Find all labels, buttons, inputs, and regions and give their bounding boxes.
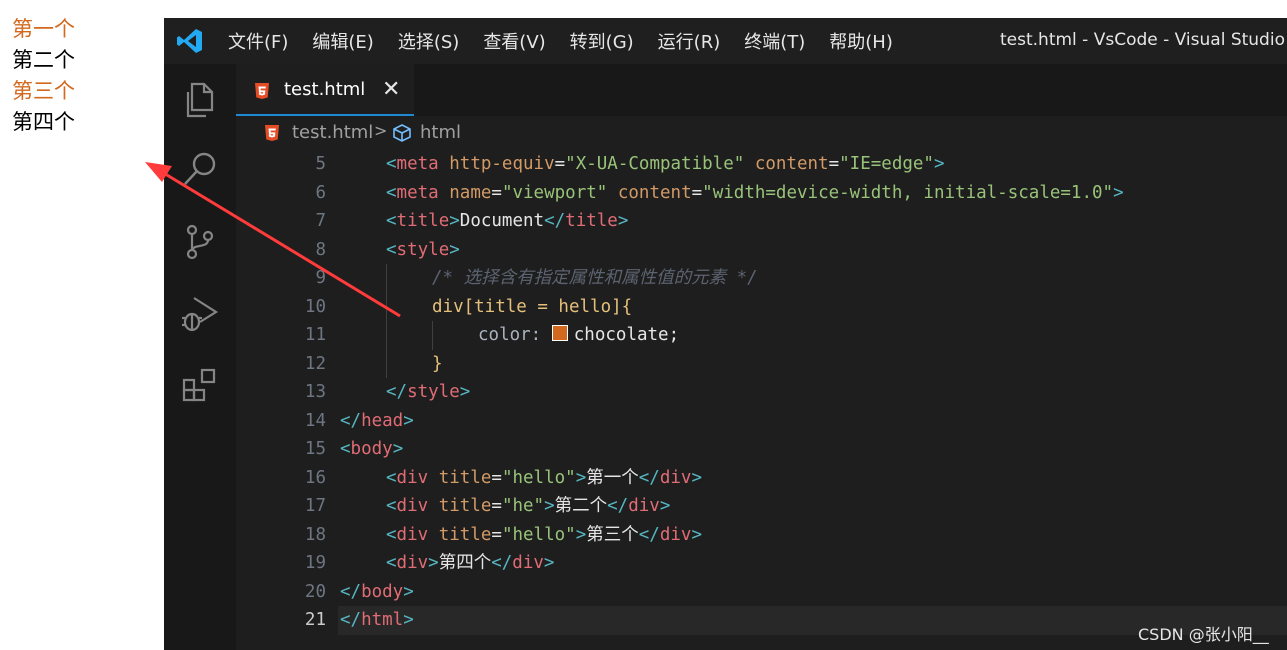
vscode-window: 文件(F) 编辑(E) 选择(S) 查看(V) 转到(G) 运行(R) 终端(T… [164,18,1287,650]
code-line: 14 </head> [304,410,414,431]
breadcrumb-symbol[interactable]: html [420,122,461,143]
watermark: CSDN @张小阳__ [1138,625,1269,644]
breadcrumb: test.html > html [236,118,1287,146]
tab-test-html[interactable]: test.html ✕ [236,64,414,116]
tab-bar: test.html ✕ [236,64,1287,116]
title-bar: 文件(F) 编辑(E) 选择(S) 查看(V) 转到(G) 运行(R) 终端(T… [164,18,1287,64]
menu-help[interactable]: 帮助(H) [829,28,893,54]
code-line: 11 color: chocolate; [304,325,680,345]
close-icon[interactable]: ✕ [382,77,400,102]
tab-label: test.html [284,79,366,100]
code-line: 8 <style> [315,239,460,260]
menu-go[interactable]: 转到(G) [570,28,634,54]
preview-line-4: 第四个 [12,110,75,134]
search-icon[interactable] [180,150,220,190]
source-control-icon[interactable] [180,222,220,262]
code-line: 10 div[title = hello]{ [304,296,633,317]
symbol-cube-icon [393,124,411,142]
code-line: 20 </body> [304,581,414,602]
menu-selection[interactable]: 选择(S) [398,28,459,54]
window-title: test.html - VsCode - Visual Studio Co [1000,30,1287,50]
vscode-logo-icon [177,29,202,53]
color-swatch[interactable] [551,325,568,341]
code-line: 9 /* 选择含有指定属性和属性值的元素 */ [315,268,758,288]
menu-bar: 文件(F) 编辑(E) 选择(S) 查看(V) 转到(G) 运行(R) 终端(T… [228,18,917,64]
breadcrumb-separator: > [374,121,388,140]
code-line-current: 21 </html> [236,606,1287,635]
menu-edit[interactable]: 编辑(E) [312,28,373,54]
html5-icon [255,83,269,99]
code-line: 19 <div>第四个</div> [304,553,555,573]
code-line: 7 <title>Document</title> [315,211,629,231]
code-line: 6 <meta name="viewport" content="width=d… [315,182,1124,203]
code-line: 13 </style> [304,382,471,402]
code-line: 15 <body> [304,439,404,459]
code-line: 17 <div title="he">第二个</div> [304,496,671,516]
html5-icon [265,125,279,141]
extensions-icon[interactable] [180,366,220,406]
code-line: 18 <div title="hello">第三个</div> [304,524,702,545]
code-line: 16 <div title="hello">第一个</div> [304,467,702,488]
code-line: 12 } [304,353,443,374]
preview-line-2: 第二个 [12,48,75,72]
activity-bar [164,64,236,650]
preview-line-1: 第一个 [12,17,75,41]
menu-run[interactable]: 运行(R) [658,28,721,54]
breadcrumb-file[interactable]: test.html [292,122,373,143]
run-debug-icon[interactable] [180,294,220,334]
menu-terminal[interactable]: 终端(T) [744,28,805,54]
code-line: 5 <meta http-equiv="X-UA-Compatible" con… [315,154,945,174]
preview-line-3: 第三个 [12,79,75,103]
browser-preview: 第一个 第二个 第三个 第四个 [0,0,164,650]
menu-view[interactable]: 查看(V) [483,28,545,54]
code-editor[interactable]: 5 <meta http-equiv="X-UA-Compatible" con… [236,150,1287,650]
menu-file[interactable]: 文件(F) [228,28,288,54]
explorer-icon[interactable] [180,80,220,120]
editor-area: test.html ✕ test.html > html 5 <meta htt… [236,64,1287,650]
